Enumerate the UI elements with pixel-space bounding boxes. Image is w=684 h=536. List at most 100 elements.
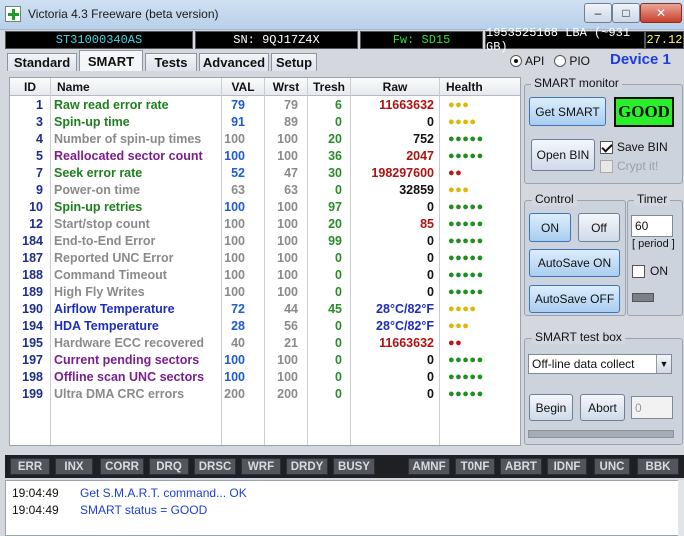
control-off-button[interactable]: Off [578,213,620,242]
attribute-worst: 200 [277,387,298,401]
timer-on-option[interactable]: ON [632,264,668,278]
attribute-threshold: 0 [335,115,342,129]
attribute-value: 100 [224,149,245,163]
attribute-raw: 0 [427,285,434,299]
indicator-inx: INX [55,458,93,475]
attribute-name: Raw read error rate [54,98,169,112]
table-row[interactable]: 3 Spin-up time 91 89 0 0 ●●●● [10,114,520,131]
autosave-off-button[interactable]: AutoSave OFF [529,285,620,313]
chevron-down-icon[interactable]: ▼ [656,355,671,373]
col-header-wrst[interactable]: Wrst [265,78,307,96]
attribute-value: 100 [224,370,245,384]
attribute-threshold: 45 [328,302,342,316]
table-row[interactable]: 5 Reallocated sector count 100 100 36 2047 ●●●… [10,148,520,165]
table-row[interactable]: 194 HDA Temperature 28 56 0 28°C/82°F ●●● [10,318,520,335]
minimize-button[interactable]: – [584,3,612,23]
indicator-busy: BUSY [333,458,375,475]
attribute-name: Spin-up time [54,115,130,129]
crypt-label: Crypt it! [617,159,659,173]
attribute-health-dots: ●●●●● [448,371,484,383]
indicator-abrt: ABRT [500,458,542,475]
attribute-name: End-to-End Error [54,234,156,248]
control-label: Control [532,192,577,206]
table-row[interactable]: 12 Start/stop count 100 100 20 85 ●●●●● [10,216,520,233]
col-header-id[interactable]: ID [10,78,50,96]
attribute-name: Reported UNC Error [54,251,174,265]
table-row[interactable]: 199 Ultra DMA CRC errors 200 200 0 0 ●●●●● [10,386,520,403]
attribute-raw: 0 [427,387,434,401]
attribute-worst: 100 [277,251,298,265]
control-on-button[interactable]: ON [529,213,571,242]
crypt-checkbox[interactable] [600,159,613,173]
timer-led-indicator [632,293,654,302]
attribute-worst: 100 [277,234,298,248]
open-bin-button[interactable]: Open BIN [531,139,595,171]
table-row[interactable]: 187 Reported UNC Error 100 100 0 0 ●●●●● [10,250,520,267]
table-row[interactable]: 198 Offline scan UNC sectors 100 100 0 0 ●●●●● [10,369,520,386]
attribute-name: Start/stop count [54,217,150,231]
tab-advanced[interactable]: Advanced [199,53,269,71]
save-bin-checkbox[interactable] [600,140,613,154]
smart-test-label: SMART test box [532,330,625,344]
table-row[interactable]: 189 High Fly Writes 100 100 0 0 ●●●●● [10,284,520,301]
timer-period-input[interactable]: 60 [631,215,673,237]
device-label[interactable]: Device 1 [610,51,671,68]
col-header-health[interactable]: Health [440,78,520,96]
indicator-drq: DRQ [149,458,189,475]
attribute-worst: 47 [284,166,298,180]
attribute-id: 1 [36,98,43,112]
attribute-id: 190 [22,302,43,316]
attribute-raw: 28°C/82°F [376,319,434,333]
maximize-button[interactable]: □ [612,3,640,23]
indicator-drsc: DRSC [194,458,236,475]
attribute-health-dots: ●●●●● [448,201,484,213]
crypt-option[interactable]: Crypt it! [600,159,658,173]
close-button[interactable]: ✕ [640,3,682,23]
attribute-health-dots: ●●●●● [448,133,484,145]
test-type-value: Off-line data collect [532,357,635,371]
test-type-select[interactable]: Off-line data collect ▼ [528,354,672,374]
attribute-id: 197 [22,353,43,367]
table-row[interactable]: 188 Command Timeout 100 100 0 0 ●●●●● [10,267,520,284]
attribute-threshold: 20 [328,217,342,231]
abort-test-button[interactable]: Abort [580,394,625,421]
table-row[interactable]: 195 Hardware ECC recovered 40 21 0 11663632 ●● [10,335,520,352]
get-smart-button[interactable]: Get SMART [529,97,606,126]
col-header-raw[interactable]: Raw [351,78,439,96]
save-bin-option[interactable]: Save BIN [600,140,668,154]
pio-radio[interactable] [554,55,567,67]
table-row[interactable]: 9 Power-on time 63 63 0 32859 ●●● [10,182,520,199]
attribute-threshold: 0 [335,319,342,333]
api-radio[interactable] [510,55,522,67]
attribute-threshold: 20 [328,132,342,146]
col-header-name[interactable]: Name [51,78,221,96]
attribute-worst: 100 [277,149,298,163]
begin-test-button[interactable]: Begin [529,394,573,421]
timer-on-checkbox[interactable] [632,264,645,278]
col-header-tresh[interactable]: Tresh [308,78,350,96]
indicator-unc: UNC [594,458,630,475]
tab-tests[interactable]: Tests [145,53,197,71]
tab-smart[interactable]: SMART [79,50,143,71]
table-row[interactable]: 197 Current pending sectors 100 100 0 0 ●●●●● [10,352,520,369]
tab-standard[interactable]: Standard [7,53,77,71]
attribute-raw: 85 [420,217,434,231]
table-row[interactable]: 10 Spin-up retries 100 100 97 0 ●●●●● [10,199,520,216]
attribute-worst: 21 [284,336,298,350]
table-row[interactable]: 1 Raw read error rate 79 79 6 11663632 ●●● [10,97,520,114]
attribute-id: 4 [36,132,43,146]
table-row[interactable]: 190 Airflow Temperature 72 44 45 28°C/82°F ●●●… [10,301,520,318]
indicator-bbk: BBK [637,458,679,475]
attribute-raw: 0 [427,200,434,214]
attribute-health-dots: ●● [448,337,463,349]
attribute-name: Command Timeout [54,268,167,282]
tab-setup[interactable]: Setup [271,53,317,71]
attribute-health-dots: ●●●● [448,116,477,128]
autosave-on-button[interactable]: AutoSave ON [529,249,620,277]
attribute-name: Spin-up retries [54,200,143,214]
table-row[interactable]: 184 End-to-End Error 100 100 99 0 ●●●●● [10,233,520,250]
table-row[interactable]: 4 Number of spin-up times 100 100 20 752 ●●●●● [10,131,520,148]
log-scrollbar[interactable] [678,480,684,536]
col-header-val[interactable]: VAL [222,78,264,96]
table-row[interactable]: 7 Seek error rate 52 47 30 198297600 ●● [10,165,520,182]
